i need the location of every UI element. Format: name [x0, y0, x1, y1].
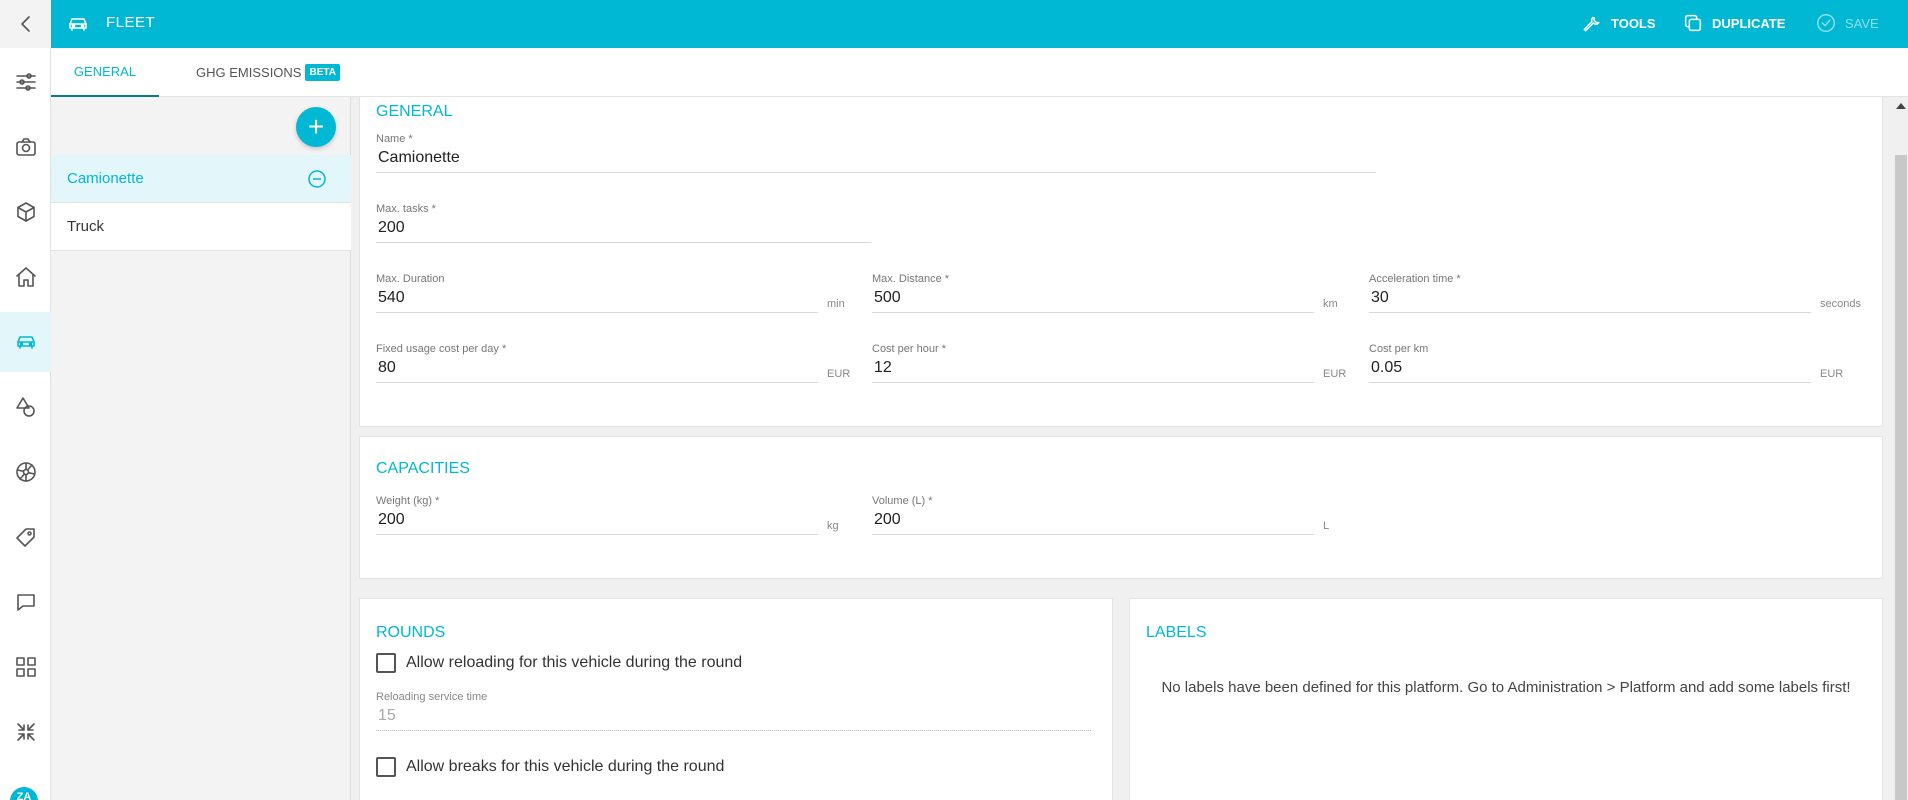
- shapes-icon: [15, 397, 35, 417]
- beta-badge: BETA: [305, 64, 340, 81]
- box-icon: [16, 202, 35, 222]
- collapse-icon: [16, 723, 35, 741]
- labels-title: LABELS: [1146, 624, 1207, 641]
- general-title: GENERAL: [376, 103, 453, 120]
- camera-icon: [15, 138, 36, 156]
- nav-products[interactable]: [0, 182, 51, 242]
- nav-collapse[interactable]: [0, 702, 51, 762]
- tag-icon: [15, 528, 35, 547]
- nav-wheel[interactable]: [0, 442, 51, 502]
- chevron-left-icon: [20, 16, 30, 32]
- general-card: GENERAL Name * Camionette Max. tasks * 2…: [359, 97, 1883, 427]
- tab-ghg-emissions[interactable]: GHG EMISSIONS BETA: [183, 48, 353, 97]
- save-button[interactable]: SAVE: [1815, 12, 1879, 34]
- cost-per-km-field[interactable]: Cost per km 0.05 EUR: [1369, 343, 1869, 388]
- chat-icon: [16, 594, 35, 611]
- labels-card: LABELS No labels have been defined for t…: [1129, 598, 1883, 800]
- car-icon: [16, 336, 35, 349]
- wheel-icon: [15, 462, 36, 482]
- nav-shapes[interactable]: [0, 377, 51, 437]
- nav-depots[interactable]: [0, 247, 51, 307]
- max-distance-field[interactable]: Max. Distance * 500 km: [872, 273, 1342, 318]
- scrollbar[interactable]: [1894, 97, 1908, 800]
- allow-breaks-checkbox[interactable]: Allow breaks for this vehicle during the…: [376, 757, 724, 777]
- fixed-cost-field[interactable]: Fixed usage cost per day * 80 EUR: [376, 343, 850, 388]
- max-tasks-field[interactable]: Max. tasks * 200: [376, 203, 871, 248]
- allow-reloading-checkbox[interactable]: Allow reloading for this vehicle during …: [376, 653, 742, 673]
- vehicle-list-item[interactable]: Truck: [51, 203, 351, 251]
- nav-settings[interactable]: [0, 52, 51, 112]
- duplicate-button[interactable]: DUPLICATE: [1682, 12, 1785, 34]
- tab-general[interactable]: GENERAL: [51, 48, 159, 97]
- checkbox-icon[interactable]: [376, 653, 396, 673]
- nav-tags[interactable]: [0, 507, 51, 567]
- scrollbar-thumb[interactable]: [1895, 155, 1907, 800]
- nav-messages[interactable]: [0, 572, 51, 632]
- rounds-title: ROUNDS: [376, 624, 446, 641]
- capacities-title: CAPACITIES: [376, 460, 470, 477]
- max-duration-field[interactable]: Max. Duration 540 min: [376, 273, 846, 318]
- remove-circle-icon[interactable]: [307, 169, 327, 189]
- page-title: FLEET: [106, 14, 156, 31]
- left-navigation-rail: ZA: [0, 0, 51, 800]
- wrench-icon: [1583, 16, 1600, 32]
- tab-bar: GENERAL GHG EMISSIONS BETA: [51, 48, 1908, 97]
- labels-empty-message: No labels have been defined for this pla…: [1161, 679, 1851, 696]
- weight-field[interactable]: Weight (kg) * 200 kg: [376, 495, 846, 540]
- nav-camera[interactable]: [0, 117, 51, 177]
- vehicle-form: GENERAL Name * Camionette Max. tasks * 2…: [351, 97, 1908, 800]
- rounds-card: ROUNDS Allow reloading for this vehicle …: [359, 598, 1113, 800]
- scroll-up-arrow-icon[interactable]: [1896, 103, 1906, 109]
- cost-per-hour-field[interactable]: Cost per hour * 12 EUR: [872, 343, 1346, 388]
- grid-icon: [15, 657, 36, 677]
- user-avatar[interactable]: ZA: [10, 787, 38, 800]
- vehicle-list-item[interactable]: Camionette: [51, 155, 351, 203]
- car-icon: [66, 12, 90, 41]
- sliders-icon: [15, 73, 36, 91]
- back-button[interactable]: [0, 0, 51, 48]
- tools-button[interactable]: TOOLS: [1581, 12, 1656, 34]
- vehicle-list-panel: + Camionette Truck: [51, 97, 351, 800]
- top-bar: FLEET TOOLS DUPLICATE SAVE: [51, 0, 1908, 48]
- duplicate-icon: [1684, 14, 1702, 32]
- nav-fleet[interactable]: [0, 312, 51, 372]
- acceleration-time-field[interactable]: Acceleration time * 30 seconds: [1369, 273, 1869, 318]
- name-field[interactable]: Name * Camionette: [376, 133, 1376, 178]
- plus-icon: +: [307, 111, 325, 142]
- add-vehicle-button[interactable]: +: [296, 107, 336, 147]
- check-circle-icon: [1817, 14, 1835, 32]
- nav-apps[interactable]: [0, 637, 51, 697]
- home-icon: [15, 267, 36, 287]
- reloading-service-time-field: Reloading service time 15: [376, 691, 1091, 736]
- volume-field[interactable]: Volume (L) * 200 L: [872, 495, 1342, 540]
- checkbox-icon[interactable]: [376, 757, 396, 777]
- capacities-card: CAPACITIES Weight (kg) * 200 kg Volume (…: [359, 436, 1883, 579]
